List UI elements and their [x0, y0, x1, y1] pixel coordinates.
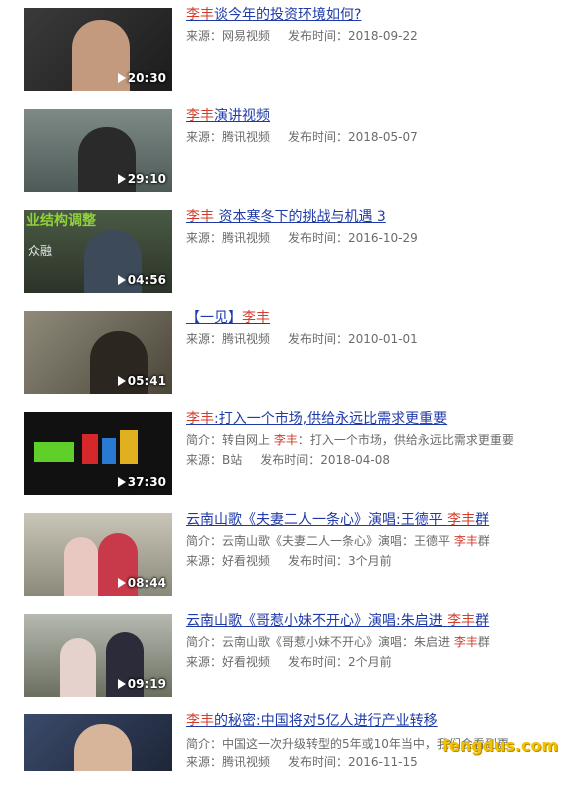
video-duration: 20:30 — [117, 71, 166, 85]
video-duration: 05:41 — [117, 374, 166, 388]
list-item: 业结构调整 众融 04:56 李丰 资本寒冬下的挑战与机遇 3 来源：腾讯视频发… — [24, 202, 564, 293]
play-icon — [117, 477, 126, 487]
video-summary: 简介：云南山歌《夫妻二人一条心》演唱：王德平 李丰群 — [186, 534, 490, 548]
video-meta: 来源：腾讯视频 发布时间：2010-01-01 — [186, 332, 418, 346]
video-meta: 来源：好看视频 发布时间：3个月前 — [186, 554, 392, 568]
video-title-link[interactable]: 李丰谈今年的投资环境如何? — [186, 6, 556, 24]
list-item: 09:19 云南山歌《哥惹小妹不开心》演唱:朱启进 李丰群 简介：云南山歌《哥惹… — [24, 606, 564, 697]
video-thumbnail[interactable]: 05:41 — [24, 311, 172, 394]
video-summary: 简介：云南山歌《哥惹小妹不开心》演唱：朱启进 李丰群 — [186, 635, 490, 649]
video-duration: 29:10 — [117, 172, 166, 186]
list-item: 29:10 李丰演讲视频 来源：腾讯视频 发布时间：2018-05-07 — [24, 101, 564, 192]
video-meta: 来源：腾讯视频 发布时间：2016-10-29 — [186, 231, 418, 245]
video-thumbnail[interactable]: 20:30 — [24, 8, 172, 91]
video-thumbnail[interactable]: 37:30 — [24, 412, 172, 495]
video-thumbnail[interactable]: 业结构调整 众融 04:56 — [24, 210, 172, 293]
video-meta: 来源：腾讯视频 发布时间：2016-11-15 — [186, 755, 418, 769]
list-item: 20:30 李丰谈今年的投资环境如何? 来源：网易视频 发布时间：2018-09-… — [24, 0, 564, 91]
play-icon — [117, 73, 126, 83]
video-meta: 来源：B站 发布时间：2018-04-08 — [186, 453, 390, 467]
video-thumbnail[interactable]: 29:10 — [24, 109, 172, 192]
video-title-link[interactable]: 李丰的秘密:中国将对5亿人进行产业转移 — [186, 712, 556, 730]
video-title-link[interactable]: 李丰:打入一个市场,供给永远比需求更重要 — [186, 410, 556, 428]
list-item: 08:44 云南山歌《夫妻二人一条心》演唱:王德平 李丰群 简介：云南山歌《夫妻… — [24, 505, 564, 596]
play-icon — [117, 174, 126, 184]
video-duration: 37:30 — [117, 475, 166, 489]
video-thumbnail[interactable]: 08:44 — [24, 513, 172, 596]
video-meta: 来源：腾讯视频 发布时间：2018-05-07 — [186, 130, 418, 144]
video-title-link[interactable]: 【一见】李丰 — [186, 309, 556, 327]
list-item: 05:41 【一见】李丰 来源：腾讯视频 发布时间：2010-01-01 — [24, 303, 564, 394]
play-icon — [117, 679, 126, 689]
video-meta: 来源：网易视频 发布时间：2018-09-22 — [186, 29, 418, 43]
video-duration: 09:19 — [117, 677, 166, 691]
video-thumbnail[interactable]: 09:19 — [24, 614, 172, 697]
play-icon — [117, 376, 126, 386]
video-summary: 简介：转自网上 李丰：打入一个市场，供给永远比需求更重要 — [186, 433, 514, 447]
video-duration: 08:44 — [117, 576, 166, 590]
site-watermark: fengdus.com — [441, 736, 558, 755]
play-icon — [117, 275, 126, 285]
video-duration: 04:56 — [117, 273, 166, 287]
video-thumbnail[interactable] — [24, 714, 172, 771]
video-title-link[interactable]: 李丰演讲视频 — [186, 107, 556, 125]
list-item: 37:30 李丰:打入一个市场,供给永远比需求更重要 简介：转自网上 李丰：打入… — [24, 404, 564, 495]
video-title-link[interactable]: 云南山歌《夫妻二人一条心》演唱:王德平 李丰群 — [186, 511, 556, 529]
play-icon — [117, 578, 126, 588]
video-title-link[interactable]: 李丰 资本寒冬下的挑战与机遇 3 — [186, 208, 556, 226]
video-title-link[interactable]: 云南山歌《哥惹小妹不开心》演唱:朱启进 李丰群 — [186, 612, 556, 630]
video-meta: 来源：好看视频 发布时间：2个月前 — [186, 655, 392, 669]
